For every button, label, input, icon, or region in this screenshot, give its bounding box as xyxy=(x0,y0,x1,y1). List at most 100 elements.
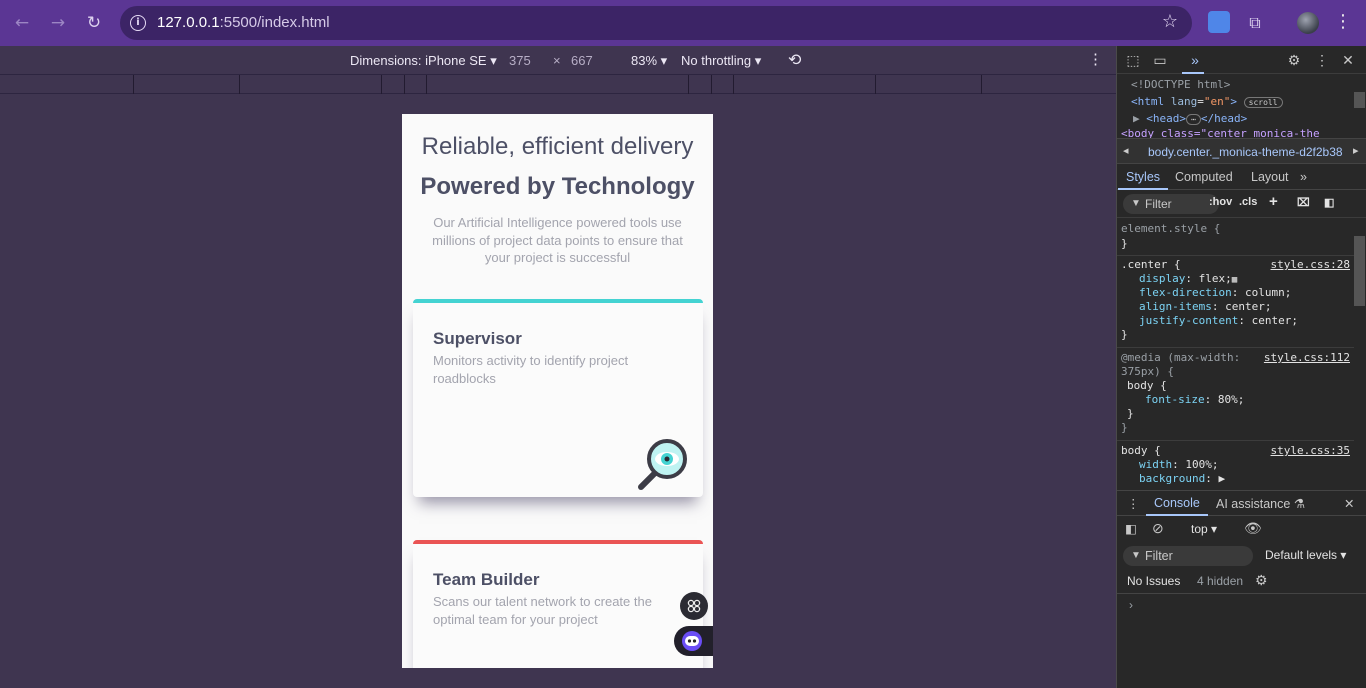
ruler-tick xyxy=(239,75,240,94)
scroll-badge[interactable]: scroll xyxy=(1243,97,1283,108)
media-source-link[interactable]: style.css:112 xyxy=(1264,351,1350,364)
extension-icon[interactable] xyxy=(1208,11,1230,33)
ruler-tick xyxy=(426,75,427,94)
forward-arrow-icon[interactable]: → xyxy=(45,10,71,36)
tab-ai-assistance[interactable]: AI assistance ⚗ xyxy=(1216,496,1305,511)
console-filter-bar: ▼ Filter Default levels ▾ xyxy=(1117,542,1366,568)
head-node[interactable]: ▶ <head> ⋯ </head> xyxy=(1133,112,1247,125)
expand-triangle-icon[interactable]: ▶ xyxy=(1133,112,1140,125)
profile-avatar[interactable] xyxy=(1297,12,1319,34)
back-arrow-icon[interactable]: ← xyxy=(9,10,35,36)
bookmark-star-icon[interactable]: ☆ xyxy=(1162,11,1178,32)
zoom-select[interactable]: 83% ▾ xyxy=(631,53,667,69)
css-declaration[interactable]: font-size: 80%; xyxy=(1145,393,1244,406)
close-devtools-icon[interactable]: ✕ xyxy=(1340,52,1356,68)
live-expression-eye-icon[interactable]: 👁 xyxy=(1244,520,1262,537)
tab-layout[interactable]: Layout xyxy=(1251,170,1289,184)
assistant-launcher-button[interactable] xyxy=(674,626,713,656)
inspect-element-icon[interactable]: ⬚ xyxy=(1125,52,1141,68)
ruler-tick xyxy=(404,75,405,94)
css-declaration[interactable]: width: 100%; xyxy=(1139,458,1219,471)
css-declaration[interactable]: flex-direction: column; xyxy=(1139,286,1291,299)
filter-icon: ▼ xyxy=(1131,198,1141,209)
height-field[interactable]: 667 xyxy=(571,53,593,68)
console-settings-gear-icon[interactable]: ⚙ xyxy=(1255,572,1268,589)
elements-scrollbar[interactable] xyxy=(1354,92,1365,108)
emulated-page: Reliable, efficient delivery Powered by … xyxy=(402,114,713,668)
tab-console[interactable]: Console xyxy=(1146,496,1208,516)
media-close: } xyxy=(1121,421,1128,434)
tab-computed[interactable]: Computed xyxy=(1175,170,1233,184)
body-rule[interactable]: body { style.css:35 width: 100%; backgro… xyxy=(1117,442,1354,486)
drawer-menu-icon[interactable]: ⋮ xyxy=(1127,496,1140,511)
paint-brush-icon[interactable]: ⌧ xyxy=(1297,196,1310,209)
device-toolbar: Dimensions: iPhone SE ▾ 375 × 667 83% ▾ … xyxy=(0,46,1116,74)
css-declaration[interactable]: justify-content: center; xyxy=(1139,314,1298,327)
rule-close: } xyxy=(1127,407,1134,420)
magnifier-eye-icon xyxy=(638,439,687,490)
site-info-icon[interactable]: i xyxy=(130,15,146,31)
body-selector: body { xyxy=(1121,444,1161,457)
media-query-text: @media (max-width: xyxy=(1121,351,1241,364)
reload-icon[interactable]: ↻ xyxy=(81,10,107,36)
hero-description: Our Artificial Intelligence powered tool… xyxy=(432,215,683,265)
styles-scrollbar[interactable] xyxy=(1354,236,1365,306)
filter-placeholder: Filter xyxy=(1145,549,1173,563)
collapsed-ellipsis[interactable]: ⋯ xyxy=(1186,114,1201,125)
html-node[interactable]: <html lang="en"> scroll xyxy=(1131,95,1283,108)
apps-grid-button[interactable] xyxy=(680,592,708,620)
console-sidebar-icon[interactable]: ◧ xyxy=(1125,521,1137,536)
extensions-puzzle-icon[interactable]: ⧉ xyxy=(1242,10,1268,36)
flexbox-editor-icon[interactable]: ▦ xyxy=(1232,275,1237,285)
elements-tree: <!DOCTYPE html> <html lang="en"> scroll … xyxy=(1117,74,1366,140)
media-query-ruler[interactable] xyxy=(0,74,1116,94)
tab-styles[interactable]: Styles xyxy=(1117,170,1169,190)
ruler-tick xyxy=(688,75,689,94)
log-levels-select[interactable]: Default levels ▾ xyxy=(1265,548,1346,562)
hov-toggle[interactable]: :hov xyxy=(1209,196,1232,208)
device-toggle-icon[interactable]: ▭ xyxy=(1152,52,1168,68)
breadcrumb: ◂ body.center._monica-theme-d2f2b38 ▸ xyxy=(1117,138,1366,164)
element-style-rule[interactable]: element.style { } xyxy=(1117,218,1354,256)
console-prompt[interactable]: › xyxy=(1129,598,1133,612)
clear-console-icon[interactable]: ⊘ xyxy=(1152,520,1164,537)
rotate-icon[interactable]: ⟲ xyxy=(788,50,801,70)
device-toolbar-menu-icon[interactable]: ⋮ xyxy=(1088,50,1103,68)
hidden-count: 4 hidden xyxy=(1197,574,1244,588)
sidebar-toggle-icon[interactable]: ◧ xyxy=(1324,196,1334,209)
styles-filter-input[interactable]: ▼ Filter xyxy=(1123,194,1219,214)
doctype-line[interactable]: <!DOCTYPE html> xyxy=(1131,78,1230,91)
more-tabs-icon[interactable]: » xyxy=(1300,170,1307,184)
center-source-link[interactable]: style.css:28 xyxy=(1271,258,1350,271)
media-query-text-2: 375px) { xyxy=(1121,365,1174,378)
settings-gear-icon[interactable]: ⚙ xyxy=(1286,52,1302,68)
center-rule[interactable]: .center { style.css:28 display: flex;▦ f… xyxy=(1117,256,1354,348)
cls-toggle[interactable]: .cls xyxy=(1239,196,1257,208)
breadcrumb-item[interactable]: body.center._monica-theme-d2f2b38 xyxy=(1148,145,1343,159)
media-rule[interactable]: @media (max-width: 375px) { style.css:11… xyxy=(1117,349,1354,441)
context-select[interactable]: top ▾ xyxy=(1191,522,1217,536)
more-panels-icon[interactable]: » xyxy=(1187,52,1203,68)
devtools-menu-icon[interactable]: ⋮ xyxy=(1314,52,1330,68)
html-tag-close: > xyxy=(1230,95,1237,108)
no-issues-label[interactable]: No Issues xyxy=(1127,574,1180,588)
card-title: Supervisor xyxy=(433,329,522,348)
css-declaration[interactable]: align-items: center; xyxy=(1139,300,1271,313)
body-source-link[interactable]: style.css:35 xyxy=(1271,444,1350,457)
grid-icon xyxy=(687,599,701,613)
throttling-select[interactable]: No throttling ▾ xyxy=(681,53,761,69)
browser-menu-icon[interactable]: ⋮ xyxy=(1334,11,1352,32)
width-field[interactable]: 375 xyxy=(509,53,531,68)
assistant-bot-icon xyxy=(682,631,702,651)
address-bar[interactable]: i 127.0.0.1:5500/index.html ☆ xyxy=(120,6,1192,40)
url-text[interactable]: 127.0.0.1:5500/index.html xyxy=(157,14,330,31)
breadcrumb-left-arrow-icon[interactable]: ◂ xyxy=(1123,144,1129,157)
console-filter-input[interactable]: ▼ Filter xyxy=(1123,546,1253,566)
css-declaration[interactable]: display: flex;▦ xyxy=(1139,272,1237,285)
breadcrumb-right-arrow-icon[interactable]: ▸ xyxy=(1353,144,1359,157)
html-tag: <html xyxy=(1131,95,1165,108)
new-rule-icon[interactable]: + xyxy=(1269,193,1278,210)
dimensions-select[interactable]: Dimensions: iPhone SE ▾ xyxy=(350,53,497,69)
css-declaration[interactable]: background: ▶ xyxy=(1139,472,1225,485)
close-drawer-icon[interactable]: ✕ xyxy=(1344,496,1354,511)
